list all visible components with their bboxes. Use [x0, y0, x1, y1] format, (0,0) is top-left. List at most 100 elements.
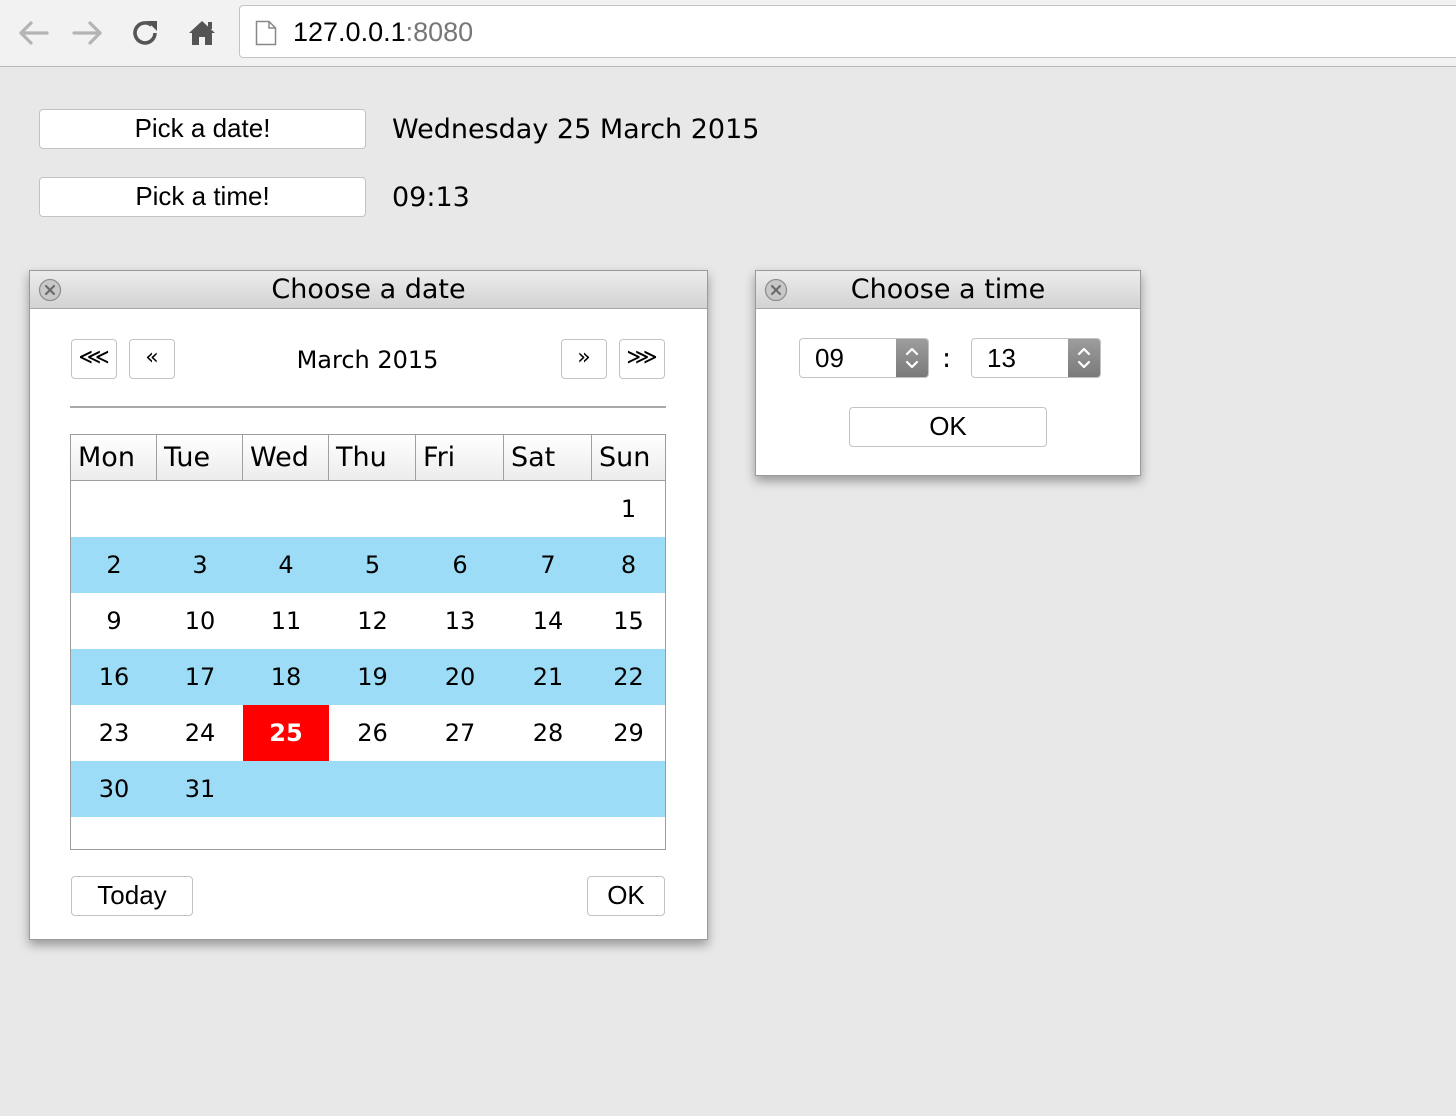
day-cell[interactable]: 2 — [71, 537, 157, 593]
time-ok-button[interactable]: OK — [849, 407, 1047, 447]
day-cell[interactable]: 29 — [592, 705, 665, 761]
next-year-button[interactable]: ⋙ — [619, 339, 665, 379]
address-bar[interactable]: 127.0.0.1:8080 — [239, 5, 1456, 58]
empty-day-cell — [243, 761, 329, 817]
calendar-divider — [70, 406, 666, 408]
empty-day-cell — [329, 761, 416, 817]
next-month-button[interactable]: » — [561, 339, 607, 379]
url-host: 127.0.0.1 — [293, 17, 406, 47]
week-row: 2345678 — [71, 537, 665, 593]
forward-icon — [72, 21, 102, 45]
weekday-header: Mon Tue Wed Thu Fri Sat Sun — [71, 435, 665, 481]
time-dialog-titlebar: Choose a time — [756, 271, 1140, 309]
empty-day-cell — [416, 761, 504, 817]
day-cell[interactable]: 3 — [157, 537, 243, 593]
weekday-header-cell: Thu — [329, 435, 416, 480]
up-down-arrows-icon — [905, 347, 919, 369]
weekday-header-cell: Wed — [243, 435, 329, 480]
date-dialog: Choose a date ⋘ « March 2015 » ⋙ Mon Tue W… — [29, 270, 708, 940]
day-cell[interactable]: 7 — [504, 537, 592, 593]
day-cell[interactable]: 21 — [504, 649, 592, 705]
weekday-header-cell: Tue — [157, 435, 243, 480]
empty-day-cell — [504, 761, 592, 817]
day-cell[interactable]: 9 — [71, 593, 157, 649]
day-cell[interactable]: 1 — [592, 481, 665, 537]
url-port: :8080 — [405, 17, 474, 47]
day-cell[interactable]: 18 — [243, 649, 329, 705]
minute-value: 13 — [987, 343, 1016, 373]
empty-day-cell — [416, 481, 504, 537]
day-cell[interactable]: 13 — [416, 593, 504, 649]
day-cell[interactable]: 12 — [329, 593, 416, 649]
date-dialog-titlebar: Choose a date — [30, 271, 707, 309]
selected-date-text: Wednesday 25 March 2015 — [392, 114, 760, 145]
day-cell[interactable]: 17 — [157, 649, 243, 705]
day-cell[interactable]: 5 — [329, 537, 416, 593]
weekday-header-cell: Mon — [71, 435, 157, 480]
day-cell[interactable]: 19 — [329, 649, 416, 705]
reload-button[interactable] — [128, 16, 162, 50]
day-cell[interactable]: 28 — [504, 705, 592, 761]
minute-spinner[interactable]: 13 — [971, 338, 1101, 378]
today-button[interactable]: Today — [71, 876, 193, 916]
hour-spinner[interactable]: 09 — [799, 338, 929, 378]
day-cell[interactable]: 22 — [592, 649, 665, 705]
day-cell[interactable]: 23 — [71, 705, 157, 761]
week-row: 9 10 11 12 13 14 15 — [71, 593, 665, 649]
hour-value: 09 — [815, 343, 844, 373]
empty-day-cell — [157, 481, 243, 537]
day-cell[interactable]: 8 — [592, 537, 665, 593]
day-cell[interactable]: 27 — [416, 705, 504, 761]
week-row: 23 24 25 26 27 28 29 — [71, 705, 665, 761]
forward-button[interactable] — [71, 16, 105, 50]
empty-day-cell — [243, 481, 329, 537]
day-cell[interactable]: 14 — [504, 593, 592, 649]
week-row: 30 31 — [71, 761, 665, 817]
empty-day-cell — [504, 481, 592, 537]
url-text: 127.0.0.1:8080 — [293, 18, 473, 46]
empty-day-cell — [71, 481, 157, 537]
minute-stepper[interactable] — [1068, 339, 1100, 377]
date-dialog-title: Choose a date — [271, 274, 466, 305]
time-separator: : — [942, 343, 952, 374]
home-button[interactable] — [185, 16, 219, 50]
hour-stepper[interactable] — [896, 339, 928, 377]
pick-date-button[interactable]: Pick a date! — [39, 109, 366, 149]
page-icon — [255, 20, 277, 46]
home-icon — [189, 21, 215, 45]
day-cell[interactable]: 26 — [329, 705, 416, 761]
day-cell[interactable]: 10 — [157, 593, 243, 649]
empty-day-cell — [592, 761, 665, 817]
up-down-arrows-icon — [1077, 347, 1091, 369]
weekday-header-cell: Sat — [504, 435, 592, 480]
selected-day-cell[interactable]: 25 — [243, 705, 329, 761]
close-icon[interactable] — [38, 278, 62, 302]
back-icon — [19, 21, 49, 45]
prev-month-button[interactable]: « — [129, 339, 175, 379]
weekday-header-cell: Fri — [416, 435, 504, 480]
back-button[interactable] — [16, 16, 50, 50]
month-label: March 2015 — [296, 346, 439, 374]
day-cell[interactable]: 24 — [157, 705, 243, 761]
week-row: 1 — [71, 481, 665, 537]
date-ok-button[interactable]: OK — [587, 876, 665, 916]
time-dialog: Choose a time 09 : 13 OK — [755, 270, 1141, 476]
pick-time-button[interactable]: Pick a time! — [39, 177, 366, 217]
day-cell[interactable]: 31 — [157, 761, 243, 817]
prev-year-button[interactable]: ⋘ — [71, 339, 117, 379]
day-cell[interactable]: 11 — [243, 593, 329, 649]
day-cell[interactable]: 20 — [416, 649, 504, 705]
day-cell[interactable]: 6 — [416, 537, 504, 593]
day-cell[interactable]: 15 — [592, 593, 665, 649]
day-cell[interactable]: 16 — [71, 649, 157, 705]
reload-icon — [133, 21, 157, 45]
day-cell[interactable]: 30 — [71, 761, 157, 817]
empty-day-cell — [329, 481, 416, 537]
time-dialog-title: Choose a time — [850, 274, 1046, 305]
calendar-grid: Mon Tue Wed Thu Fri Sat Sun 1 2 3 4 5 6 7 8 9 10 11 12 13 1… — [70, 434, 666, 850]
browser-toolbar: 127.0.0.1:8080 — [0, 0, 1456, 67]
weekday-header-cell: Sun — [599, 442, 651, 473]
week-row: 16 17 18 19 20 21 22 — [71, 649, 665, 705]
close-icon[interactable] — [764, 278, 788, 302]
day-cell[interactable]: 4 — [243, 537, 329, 593]
